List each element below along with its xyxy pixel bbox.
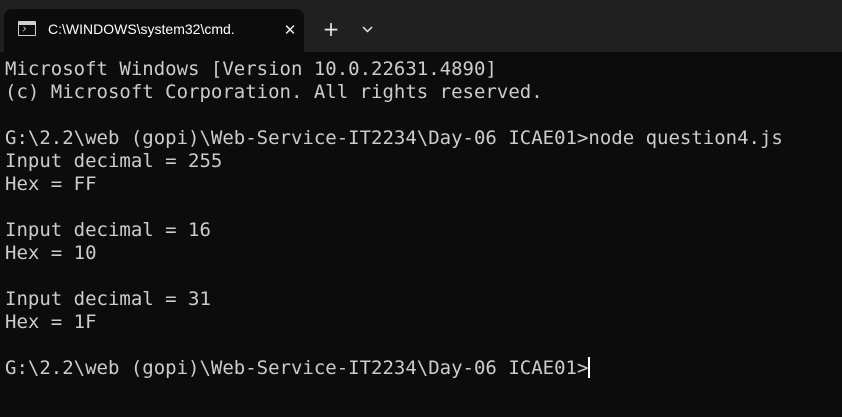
terminal-line: Input decimal = 255 xyxy=(5,150,223,172)
close-icon[interactable]: ✕ xyxy=(280,20,300,40)
new-tab-button[interactable]: + xyxy=(318,17,344,43)
terminal-line: Hex = 10 xyxy=(5,242,97,264)
terminal-line: Microsoft Windows [Version 10.0.22631.48… xyxy=(5,58,497,80)
terminal-output[interactable]: Microsoft Windows [Version 10.0.22631.48… xyxy=(5,58,842,380)
terminal-line: Hex = 1F xyxy=(5,311,97,333)
prompt-line[interactable]: G:\2.2\web (gopi)\Web-Service-IT2234\Day… xyxy=(5,357,842,380)
terminal-window: C:\WINDOWS\system32\cmd. ✕ + Microsoft W… xyxy=(0,0,842,417)
text-cursor xyxy=(588,357,591,378)
terminal-line: Input decimal = 16 xyxy=(5,219,211,241)
tab-strip: C:\WINDOWS\system32\cmd. ✕ + xyxy=(0,0,842,52)
terminal-line: Input decimal = 31 xyxy=(5,288,211,310)
tab-dropdown-button[interactable] xyxy=(357,17,379,43)
command-prompt-icon xyxy=(18,21,36,36)
tab-cmd[interactable]: C:\WINDOWS\system32\cmd. ✕ xyxy=(4,9,304,52)
terminal-line: (c) Microsoft Corporation. All rights re… xyxy=(5,81,543,103)
terminal-line: G:\2.2\web (gopi)\Web-Service-IT2234\Day… xyxy=(5,127,783,149)
terminal-line: Hex = FF xyxy=(5,173,97,195)
prompt-text: G:\2.2\web (gopi)\Web-Service-IT2234\Day… xyxy=(5,357,589,379)
chevron-down-icon xyxy=(362,26,373,33)
tab-title: C:\WINDOWS\system32\cmd. xyxy=(48,21,235,37)
